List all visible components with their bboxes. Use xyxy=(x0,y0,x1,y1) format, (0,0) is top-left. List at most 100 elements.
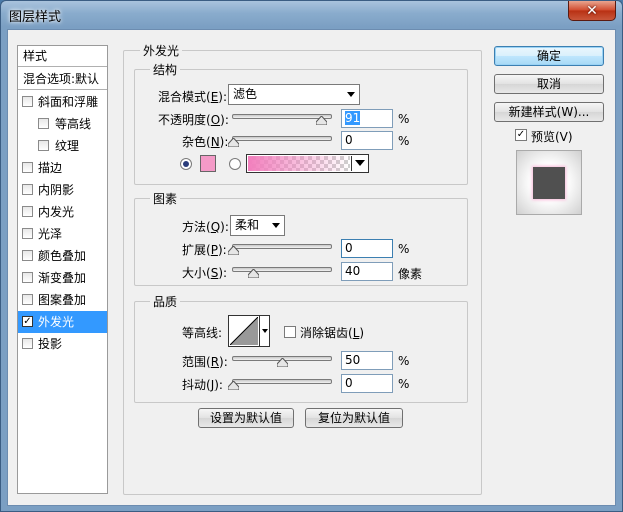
contour-picker[interactable] xyxy=(228,315,270,347)
noise-label: 杂色(N): xyxy=(182,135,229,149)
chevron-down-icon xyxy=(262,329,268,333)
style-item-label: 光泽 xyxy=(38,227,63,241)
glow-color-swatch[interactable] xyxy=(200,155,216,172)
style-item-label: 内阴影 xyxy=(38,183,75,197)
style-item-label: 斜面和浮雕 xyxy=(38,95,99,109)
percent-unit: % xyxy=(398,134,410,148)
spread-field[interactable]: 0 xyxy=(341,239,393,258)
noise-slider-thumb[interactable] xyxy=(228,138,239,147)
satin-checkbox[interactable] xyxy=(22,228,33,239)
label-text: 扩展( xyxy=(182,243,211,257)
style-item-drop-shadow[interactable]: 投影 xyxy=(18,333,107,355)
range-field[interactable]: 50 xyxy=(341,351,393,370)
color-overlay-checkbox[interactable] xyxy=(22,250,33,261)
opacity-value: 91 xyxy=(345,111,361,125)
technique-select[interactable]: 柔和 xyxy=(230,215,285,236)
blend-mode-select[interactable]: 滤色 xyxy=(228,84,360,105)
gradient-dropdown[interactable] xyxy=(351,156,367,171)
inner-glow-checkbox[interactable] xyxy=(22,206,33,217)
gradient-radio[interactable] xyxy=(229,158,241,170)
style-item-label: 投影 xyxy=(38,337,63,351)
label-key: L xyxy=(352,326,360,340)
stroke-checkbox[interactable] xyxy=(22,162,33,173)
texture-checkbox[interactable] xyxy=(38,140,49,151)
label-text: 范围( xyxy=(182,355,211,369)
outer-glow-checkbox[interactable]: ✓ xyxy=(22,316,33,327)
style-item-inner-glow[interactable]: 内发光 xyxy=(18,201,107,223)
dialog-client: 样式 混合选项:默认 斜面和浮雕 等高线 纹理 描边 内阴影 内发光 光泽 颜色… xyxy=(7,29,616,506)
spread-slider-track[interactable] xyxy=(232,244,332,249)
ok-button[interactable]: 确定 xyxy=(494,46,604,66)
antialias-checkbox[interactable] xyxy=(284,326,296,338)
style-item-label: 渐变叠加 xyxy=(38,271,87,285)
percent-unit: % xyxy=(398,377,410,391)
style-item-outer-glow[interactable]: ✓ 外发光 xyxy=(18,311,107,333)
label-text: 抖动( xyxy=(182,378,211,392)
blend-options-item[interactable]: 混合选项:默认 xyxy=(18,68,107,90)
opacity-slider-thumb[interactable] xyxy=(316,116,327,125)
opacity-field[interactable]: 91 xyxy=(341,109,393,128)
style-item-label: 图案叠加 xyxy=(38,293,87,307)
contour-checkbox[interactable] xyxy=(38,118,49,129)
solid-color-radio[interactable] xyxy=(180,158,192,170)
noise-slider-track[interactable] xyxy=(232,136,332,141)
noise-value: 0 xyxy=(345,133,353,147)
pattern-overlay-checkbox[interactable] xyxy=(22,294,33,305)
style-item-label: 内发光 xyxy=(38,205,75,219)
drop-shadow-checkbox[interactable] xyxy=(22,338,33,349)
label-key: Q xyxy=(210,220,221,234)
spread-slider-thumb[interactable] xyxy=(228,246,239,255)
cancel-button[interactable]: 取消 xyxy=(494,74,604,94)
size-value: 40 xyxy=(345,264,361,278)
style-item-bevel-emboss[interactable]: 斜面和浮雕 xyxy=(18,91,107,113)
jitter-slider-thumb[interactable] xyxy=(228,381,239,390)
reset-default-button[interactable]: 复位为默认值 xyxy=(305,408,403,428)
percent-unit: % xyxy=(398,112,410,126)
style-item-pattern-overlay[interactable]: 图案叠加 xyxy=(18,289,107,311)
range-slider-thumb[interactable] xyxy=(277,358,288,367)
size-slider-thumb[interactable] xyxy=(248,269,259,278)
label-text: 消除锯齿( xyxy=(300,326,353,340)
contour-dropdown[interactable] xyxy=(259,316,269,346)
style-item-stroke[interactable]: 描边 xyxy=(18,157,107,179)
make-default-button[interactable]: 设置为默认值 xyxy=(198,408,294,428)
inner-shadow-checkbox[interactable] xyxy=(22,184,33,195)
style-item-label: 描边 xyxy=(38,161,63,175)
jitter-value: 0 xyxy=(345,376,353,390)
radio-dot xyxy=(183,161,189,167)
style-item-contour[interactable]: 等高线 xyxy=(18,113,107,135)
bevel-emboss-checkbox[interactable] xyxy=(22,96,33,107)
percent-unit: % xyxy=(398,242,410,256)
pixels-unit: 像素 xyxy=(398,267,423,281)
style-item-satin[interactable]: 光泽 xyxy=(18,223,107,245)
jitter-slider-track[interactable] xyxy=(232,379,332,384)
window-title: 图层样式 xyxy=(9,10,62,25)
gradient-picker[interactable] xyxy=(246,154,369,173)
label-key: O xyxy=(210,113,221,127)
title-bar[interactable]: 图层样式 ✕ xyxy=(1,1,622,29)
close-button[interactable]: ✕ xyxy=(568,1,616,21)
jitter-field[interactable]: 0 xyxy=(341,374,393,393)
label-text: 大小( xyxy=(182,266,211,280)
new-style-button[interactable]: 新建样式(W)... xyxy=(494,102,604,122)
size-field[interactable]: 40 xyxy=(341,262,393,281)
gradient-overlay-checkbox[interactable] xyxy=(22,272,33,283)
label-key: S xyxy=(210,266,219,280)
label-key: R xyxy=(210,355,220,369)
antialias-label[interactable]: 消除锯齿(L) xyxy=(300,324,364,341)
style-item-gradient-overlay[interactable]: 渐变叠加 xyxy=(18,267,107,289)
noise-field[interactable]: 0 xyxy=(341,131,393,150)
style-item-inner-shadow[interactable]: 内阴影 xyxy=(18,179,107,201)
label-key: N xyxy=(210,135,220,149)
outer-glow-title: 外发光 xyxy=(140,42,183,59)
preview-checkbox[interactable]: ✓ xyxy=(515,129,527,141)
preview-label[interactable]: 预览(V) xyxy=(531,128,573,145)
technique-label: 方法(Q): xyxy=(182,220,229,234)
style-list-header[interactable]: 样式 xyxy=(18,46,107,67)
style-item-texture[interactable]: 纹理 xyxy=(18,135,107,157)
style-item-color-overlay[interactable]: 颜色叠加 xyxy=(18,245,107,267)
size-slider-track[interactable] xyxy=(232,267,332,272)
style-item-label: 等高线 xyxy=(55,117,92,131)
range-label: 范围(R): xyxy=(182,355,228,369)
style-preview xyxy=(516,150,582,215)
